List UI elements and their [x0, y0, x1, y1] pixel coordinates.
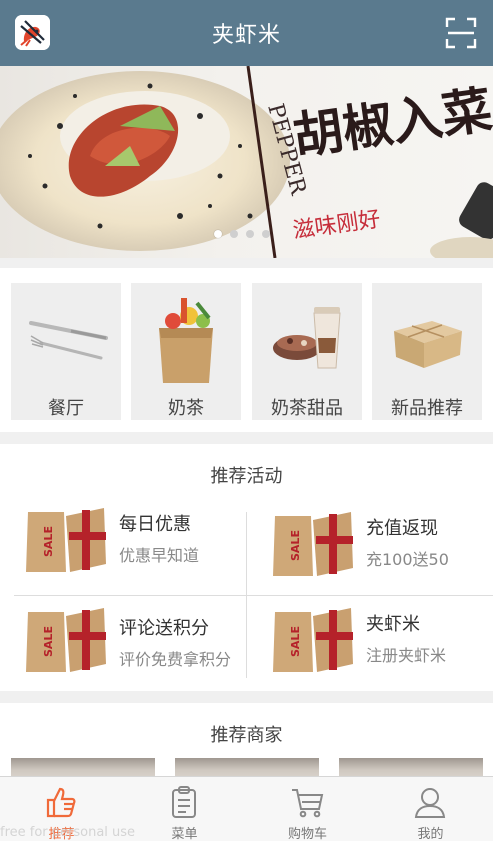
- tab-cart[interactable]: 购物车: [246, 777, 369, 841]
- activity-desc: 优惠早知道: [119, 546, 200, 565]
- tab-label: 购物车: [287, 827, 327, 841]
- banner-tagline: 滋味刚好: [291, 207, 382, 244]
- gift-box-icon: [394, 321, 462, 368]
- recommended-activities: 推荐活动 SALE 每日优惠 优惠早知道 SALE 充值返现 充100送50 S…: [0, 444, 493, 691]
- tab-label: 我的: [417, 827, 444, 841]
- category-restaurant[interactable]: 餐厅: [11, 283, 121, 420]
- activity-recharge-cashback[interactable]: SALE 充值返现 充100送50: [261, 506, 493, 586]
- sale-bags-icon: SALE: [26, 508, 106, 572]
- category-label: 奶茶: [168, 398, 204, 419]
- activity-desc: 充100送50: [366, 550, 449, 569]
- activity-daily-deal[interactable]: SALE 每日优惠 优惠早知道: [14, 502, 246, 582]
- knife-fork-icon: [29, 321, 108, 360]
- clipboard-icon: [172, 786, 196, 818]
- svg-text:SALE: SALE: [42, 526, 55, 557]
- user-icon: [414, 788, 446, 818]
- scan-icon[interactable]: [445, 17, 477, 49]
- tab-profile[interactable]: 我的: [369, 777, 492, 841]
- promo-banner[interactable]: PEPPER 胡椒入菜 滋味刚好: [0, 66, 493, 258]
- banner-dot[interactable]: [230, 230, 238, 238]
- watermark-text: free for personal use: [0, 825, 136, 840]
- category-label: 餐厅: [48, 398, 84, 419]
- tab-menu[interactable]: 菜单: [123, 777, 246, 841]
- category-label: 新品推荐: [391, 398, 463, 419]
- tab-label: 菜单: [171, 827, 198, 841]
- activity-review-points[interactable]: SALE 评论送积分 评价免费拿积分: [14, 602, 246, 682]
- activity-name: 每日优惠: [119, 514, 191, 535]
- activity-desc: 评价免费拿积分: [119, 650, 232, 669]
- banner-headline: 胡椒入菜: [289, 80, 493, 166]
- banner-dot[interactable]: [214, 230, 222, 238]
- activity-register[interactable]: SALE 夹虾米 注册夹虾米: [261, 602, 493, 682]
- category-label: 奶茶甜品: [271, 398, 343, 419]
- activity-name: 评论送积分: [119, 618, 209, 639]
- category-milk-tea-dessert[interactable]: 奶茶甜品: [252, 283, 362, 420]
- sale-bags-icon: SALE: [273, 608, 353, 672]
- banner-pagination[interactable]: [214, 230, 270, 238]
- section-title: 推荐商家: [210, 725, 283, 746]
- dessert-drink-icon: [273, 307, 341, 369]
- recommended-merchants: 推荐商家: [0, 703, 493, 783]
- divider: [14, 595, 493, 596]
- activity-name: 充值返现: [366, 518, 438, 539]
- svg-text:SALE: SALE: [289, 530, 302, 561]
- top-bar: 夹虾米: [0, 0, 493, 66]
- grocery-bag-icon: [159, 298, 213, 383]
- sale-bags-icon: SALE: [26, 608, 106, 672]
- app-logo-icon[interactable]: [15, 15, 50, 50]
- banner-dot[interactable]: [262, 230, 270, 238]
- activity-desc: 注册夹虾米: [366, 646, 447, 665]
- category-grid: 餐厅 奶茶 奶茶甜品 新品推荐: [0, 268, 493, 432]
- banner-dot[interactable]: [246, 230, 254, 238]
- cart-icon: [292, 789, 324, 818]
- activity-name: 夹虾米: [366, 614, 420, 635]
- section-title: 推荐活动: [210, 466, 283, 487]
- page-title: 夹虾米: [211, 23, 281, 48]
- category-milk-tea[interactable]: 奶茶: [131, 283, 241, 420]
- svg-text:SALE: SALE: [289, 626, 302, 657]
- svg-text:SALE: SALE: [42, 626, 55, 657]
- category-new-items[interactable]: 新品推荐: [372, 283, 482, 420]
- sale-bags-icon: SALE: [273, 512, 353, 576]
- thumbs-up-icon: [46, 787, 76, 818]
